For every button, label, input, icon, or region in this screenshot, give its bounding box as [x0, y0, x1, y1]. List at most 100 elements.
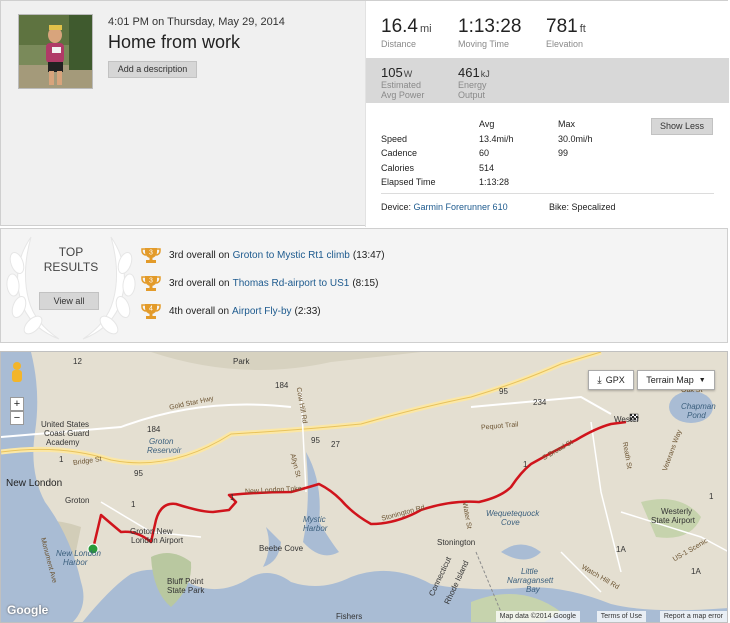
avg-power-value: 105	[381, 65, 403, 80]
top-results-title: TOP RESULTS	[11, 245, 131, 275]
map-label-usa: United States	[41, 420, 90, 429]
energy-value: 461	[458, 65, 480, 80]
row-avg: 1:13:28	[479, 177, 510, 188]
trophy-icon: 3	[141, 276, 161, 291]
route-shield-1a-f: 1A	[691, 567, 701, 576]
zoom-in-button[interactable]: +	[10, 397, 24, 411]
row-label: Speed	[381, 133, 408, 144]
stats-panel: 16.4 mi Distance 1:13:28 Moving Time 781 f…	[365, 1, 729, 227]
top-results-title-line1: TOP	[58, 245, 84, 259]
map-label-weq-cove-2: Cove	[501, 518, 520, 527]
zoom-out-button[interactable]: −	[10, 411, 24, 425]
route-shield-1a-e: 1A	[616, 545, 626, 554]
map-attribution: Map data ©2014 Google	[495, 611, 580, 622]
map-label-groton-reservoir-1: Groton	[149, 437, 174, 446]
table-row: Elapsed Time 1:13:28	[381, 175, 618, 190]
row-max: 30.0mi/h	[558, 133, 593, 144]
map-label-groton-airport-2: London Airport	[131, 536, 184, 545]
power-band: 105W Estimated Avg Power 461kJ Energy Ou…	[366, 58, 729, 103]
map-label-nl-harbor-1: New London	[56, 549, 101, 558]
map-label-bluff-point-1: Bluff Point	[167, 577, 204, 586]
avg-power-label-2: Avg Power	[381, 90, 425, 100]
route-shield-184a: 184	[147, 425, 161, 434]
report-error-link[interactable]: Report a map error	[659, 611, 727, 622]
result-prefix: 3rd overall on	[169, 277, 230, 289]
elevation-label: Elevation	[546, 39, 584, 49]
result-time: (13:47)	[352, 249, 385, 261]
pegman-icon[interactable]	[12, 362, 22, 382]
elevation-unit: ft	[579, 23, 586, 35]
route-shield-1d: 1	[523, 460, 528, 469]
distance-stat: 16.4 mi Distance	[381, 16, 432, 49]
avg-power-stat: 105W Estimated Avg Power	[381, 65, 424, 100]
top-results-panel: TOP RESULTS View all 3 3rd overall on Gr…	[0, 228, 728, 343]
bike-info: Bike: Specalized	[549, 202, 616, 212]
device-info: Device: Garmin Forerunner 610	[381, 202, 508, 212]
row-avg: 13.4mi/h	[479, 133, 514, 144]
top-results-title-line2: RESULTS	[43, 260, 99, 274]
details-table: Avg Max Speed 13.4mi/h 30.0mi/h Cadence …	[381, 117, 618, 190]
result-item: 3 3rd overall on Thomas Rd-airport to US…	[141, 273, 378, 293]
route-shield-184b: 184	[275, 381, 289, 390]
map-label-little-narr-1: Little	[521, 567, 538, 576]
activity-summary: 4:01 PM on Thursday, May 29, 2014 Home f…	[0, 0, 729, 227]
map-label-mystic-2: Harbor	[303, 524, 328, 533]
map-label-stonington: Stonington	[437, 538, 476, 547]
segment-link[interactable]: Thomas Rd-airport to US1	[233, 278, 350, 289]
map-label-groton: Groton	[65, 496, 90, 505]
add-description-button[interactable]: Add a description	[108, 61, 197, 78]
route-map[interactable]: Park United States Coast Guard Academy N…	[0, 351, 728, 623]
moving-time-value: 1:13:28	[458, 16, 522, 37]
device-link[interactable]: Garmin Forerunner 610	[414, 202, 508, 212]
energy-label-2: Output	[458, 90, 486, 100]
table-row: Calories 514	[381, 161, 618, 176]
route-shield-1a: 1	[59, 455, 64, 464]
show-less-button[interactable]: Show Less	[651, 118, 713, 135]
distance-unit: mi	[419, 23, 432, 35]
map-label-chapman-1: Chapman	[681, 402, 716, 411]
avg-column-header: Avg	[479, 119, 495, 130]
map-label-mystic-1: Mystic	[303, 515, 326, 524]
map-label-chapman-2: Pond	[687, 411, 706, 420]
segment-link[interactable]: Airport Fly-by	[232, 306, 291, 317]
map-label-coast-guard: Coast Guard	[44, 429, 90, 438]
table-row: Cadence 60 99	[381, 146, 618, 161]
view-all-button[interactable]: View all	[39, 292, 99, 310]
row-label: Elapsed Time	[381, 177, 436, 188]
map-type-dropdown[interactable]: Terrain Map ▼	[637, 370, 715, 390]
athlete-avatar[interactable]	[18, 14, 93, 89]
route-shield-1b: 1	[131, 500, 136, 509]
row-max: 99	[558, 148, 569, 159]
row-label: Calories	[381, 162, 415, 173]
energy-label-1: Energy	[458, 80, 487, 90]
device-label: Device:	[381, 202, 412, 212]
map-label-academy: Academy	[46, 438, 80, 447]
download-icon: ⤓	[597, 374, 602, 386]
map-label-westerly-2: State Airport	[651, 516, 696, 525]
route-shield-27: 27	[331, 440, 340, 449]
details-header: Avg Max	[381, 117, 618, 132]
avg-power-unit: W	[403, 69, 413, 79]
map-label-groton-airport-1: Groton New	[130, 527, 173, 536]
result-time: (8:15)	[352, 277, 379, 289]
max-column-header: Max	[558, 119, 576, 130]
row-avg: 514	[479, 162, 495, 173]
energy-unit: kJ	[480, 69, 490, 79]
google-logo: Google	[7, 603, 49, 617]
map-label-little-narr-2: Narragansett	[507, 576, 554, 585]
terms-link[interactable]: Terms of Use	[596, 611, 646, 622]
map-label-bluff-point-2: State Park	[167, 586, 205, 595]
map-type-label: Terrain Map	[646, 375, 694, 385]
map-label-beebe-cove: Beebe Cove	[259, 544, 304, 553]
route-shield-1e: 1	[709, 492, 714, 501]
route-shield-95c: 95	[499, 387, 508, 396]
map-label-fishers: Fishers	[336, 612, 363, 621]
gpx-download-button[interactable]: ⤓ GPX	[588, 370, 634, 390]
segment-link[interactable]: Groton to Mystic Rt1 climb	[233, 250, 350, 261]
map-label-new-london: New London	[6, 478, 63, 489]
result-prefix: 3rd overall on	[169, 249, 230, 261]
distance-label: Distance	[381, 39, 417, 49]
table-row: Speed 13.4mi/h 30.0mi/h	[381, 132, 618, 147]
map-label-park: Park	[233, 357, 250, 366]
activity-title: Home from work	[108, 32, 241, 52]
